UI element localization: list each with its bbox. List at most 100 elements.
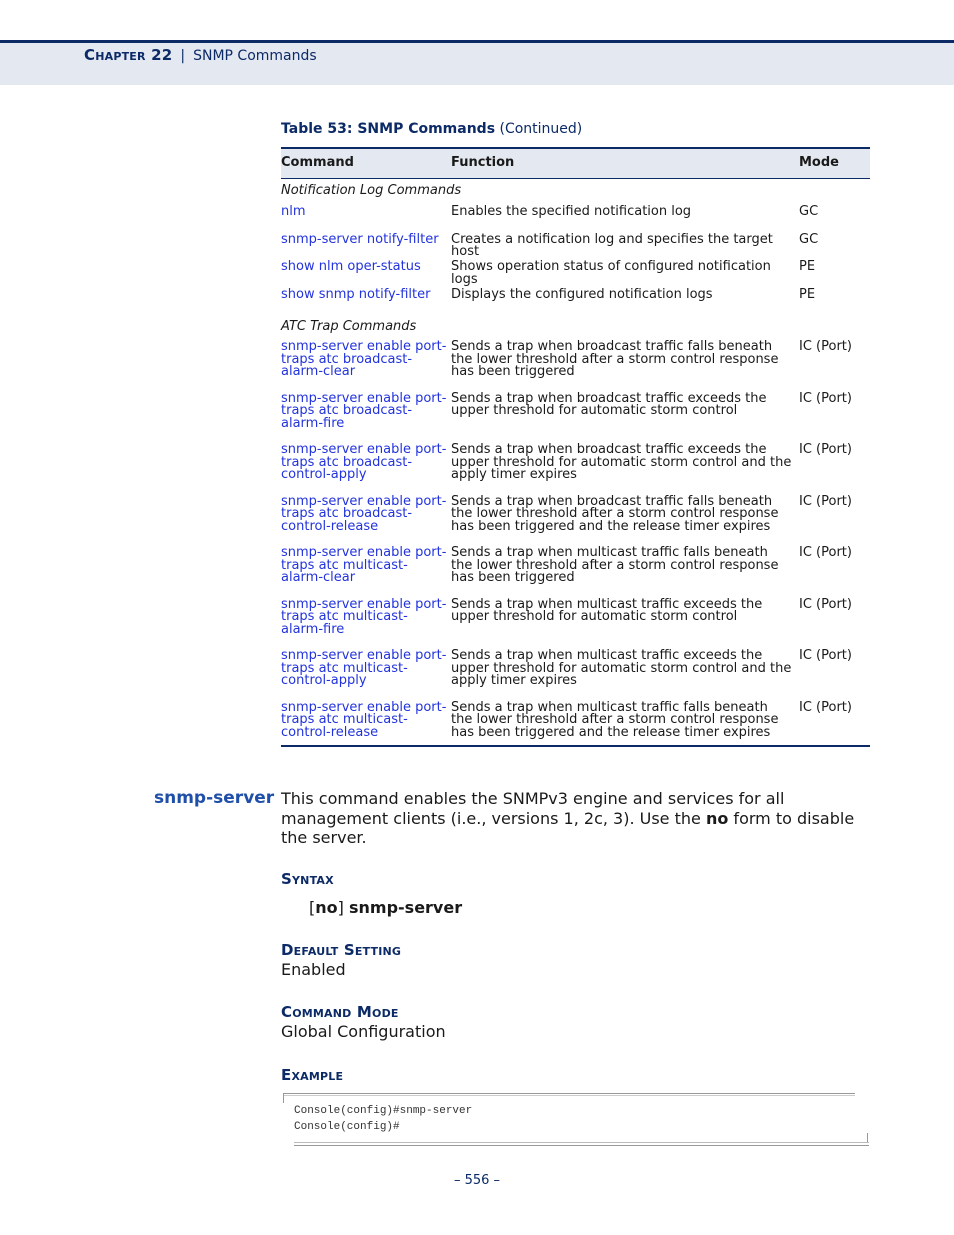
command-mode-value: Global Configuration <box>281 1022 446 1041</box>
column-header-function: Function <box>451 147 799 179</box>
mode-cell: IC (Port) <box>799 339 852 354</box>
command-cell: snmp-server enable port-traps atc multic… <box>281 546 451 599</box>
section-title: Notification Log Commands <box>281 183 462 198</box>
table-row: show nlm oper-status Shows operation stat… <box>281 260 870 288</box>
function-text: Sends a trap when broadcast traffic fall… <box>451 493 779 534</box>
chapter-title: SNMP Commands <box>193 48 317 64</box>
function-text: Creates a notification log and specifies… <box>451 231 773 259</box>
command-description: This command enables the SNMPv3 engine a… <box>281 789 871 848</box>
table-row: snmp-server enable port-traps atc broadc… <box>281 390 870 445</box>
function-cell: Shows operation status of configured not… <box>451 260 799 288</box>
table-caption: Table 53: SNMP Commands (Continued) <box>281 121 582 137</box>
function-text: Sends a trap when multicast traffic exce… <box>451 596 763 624</box>
header-separator: | <box>180 48 186 64</box>
command-cell: snmp-server enable port-traps atc multic… <box>281 649 451 702</box>
section-title: ATC Trap Commands <box>281 319 417 334</box>
command-cell: snmp-server enable port-traps atc broadc… <box>281 495 451 548</box>
table-bottom-rule <box>281 745 870 747</box>
command-link[interactable]: snmp-server enable port-traps atc multic… <box>281 546 451 585</box>
command-cell: snmp-server enable port-traps atc multic… <box>281 598 451 651</box>
table-row: nlm Enables the specified notification lo… <box>281 205 870 233</box>
function-cell: Sends a trap when broadcast traffic fall… <box>451 493 799 548</box>
command-link[interactable]: snmp-server enable port-traps atc multic… <box>281 701 451 740</box>
table-body: Notification Log Commands nlm Enables the … <box>281 179 870 754</box>
mode-cell: IC (Port) <box>799 442 852 457</box>
mode-cell: IC (Port) <box>799 390 852 406</box>
function-cell: Sends a trap when broadcast traffic fall… <box>451 339 799 393</box>
command-link[interactable]: snmp-server enable port-traps atc broadc… <box>281 392 451 431</box>
code-box-bottom-border <box>294 1142 869 1146</box>
table-row: snmp-server enable port-traps atc multic… <box>281 648 870 702</box>
code-line: Console(config)#snmp-server <box>294 1105 473 1117</box>
command-link[interactable]: show nlm oper-status <box>281 260 451 274</box>
table-row: snmp-server enable port-traps atc broadc… <box>281 442 870 496</box>
default-setting-heading: Default Setting <box>281 941 402 959</box>
command-heading: snmp-server <box>154 788 275 808</box>
table-row: snmp-server enable port-traps atc multic… <box>281 545 870 599</box>
example-code-box: Console(config)#snmp-server Console(confi… <box>283 1093 869 1146</box>
function-text: Sends a trap when multicast traffic exce… <box>451 648 792 688</box>
chapter-label: Chapter 22 <box>84 46 173 64</box>
function-text: Sends a trap when broadcast traffic exce… <box>451 442 792 482</box>
command-link[interactable]: snmp-server enable port-traps atc broadc… <box>281 495 451 534</box>
command-link[interactable]: snmp-server enable port-traps atc multic… <box>281 598 451 637</box>
function-text: Sends a trap when multicast traffic fall… <box>451 699 779 740</box>
table-row: snmp-server notify-filter Creates a notif… <box>281 233 870 261</box>
code-box-left-border <box>283 1093 284 1103</box>
command-link[interactable]: show snmp notify-filter <box>281 288 451 302</box>
function-cell: Displays the configured notification log… <box>451 288 799 316</box>
page-number: – 556 – <box>453 1173 501 1188</box>
table-header-row: Command Function Mode <box>281 147 870 179</box>
command-link[interactable]: snmp-server enable port-traps atc broadc… <box>281 443 451 482</box>
command-link[interactable]: snmp-server notify-filter <box>281 233 451 247</box>
mode-cell: PE <box>799 259 816 274</box>
command-cell: snmp-server enable port-traps atc broadc… <box>281 443 451 496</box>
code-box-top-border <box>283 1093 855 1096</box>
function-text: Sends a trap when broadcast traffic exce… <box>451 390 767 418</box>
running-header: Chapter 22 | SNMP Commands <box>84 46 317 64</box>
description-no-keyword: no <box>705 808 729 828</box>
snmp-commands-table: Command Function Mode Notification Log C… <box>281 147 870 753</box>
function-text: Sends a trap when broadcast traffic fall… <box>451 339 779 379</box>
function-cell: Sends a trap when multicast traffic exce… <box>451 596 799 651</box>
command-cell: show snmp notify-filter <box>281 288 451 316</box>
mode-cell: IC (Port) <box>799 545 852 560</box>
default-setting-value: Enabled <box>281 960 346 979</box>
table-row: snmp-server enable port-traps atc broadc… <box>281 339 870 393</box>
syntax-no-keyword: no <box>315 898 338 917</box>
mode-cell: IC (Port) <box>799 596 852 612</box>
table-caption-title: Table 53: SNMP Commands <box>281 121 496 137</box>
column-header-command: Command <box>281 147 451 179</box>
function-text: Sends a trap when multicast traffic fall… <box>451 545 779 585</box>
command-mode-heading: Command Mode <box>281 1003 399 1021</box>
function-text: Enables the specified notification log <box>451 204 692 219</box>
syntax-command: snmp-server <box>348 898 463 917</box>
table-caption-suffix: (Continued) <box>495 121 583 137</box>
table-row: snmp-server enable port-traps atc multic… <box>281 596 870 651</box>
command-link[interactable]: snmp-server enable port-traps atc multic… <box>281 649 451 688</box>
command-cell: nlm <box>281 205 451 233</box>
command-link[interactable]: nlm <box>281 205 451 219</box>
function-text: Displays the configured notification log… <box>451 286 713 302</box>
command-cell: show nlm oper-status <box>281 260 451 288</box>
syntax-line: [no] snmp-server <box>309 898 462 917</box>
syntax-close-bracket: ] <box>337 898 344 917</box>
command-cell: snmp-server notify-filter <box>281 233 451 261</box>
function-cell: Creates a notification log and specifies… <box>451 233 799 261</box>
function-cell: Sends a trap when multicast traffic fall… <box>451 545 799 599</box>
command-cell: snmp-server enable port-traps atc broadc… <box>281 392 451 445</box>
column-header-mode: Mode <box>799 147 870 179</box>
command-link[interactable]: snmp-server enable port-traps atc broadc… <box>281 340 451 379</box>
syntax-heading: Syntax <box>281 870 334 888</box>
function-text: Shows operation status of configured not… <box>451 259 771 287</box>
mode-cell: PE <box>799 286 816 302</box>
function-cell: Sends a trap when multicast traffic exce… <box>451 648 799 702</box>
example-code: Console(config)#snmp-server Console(confi… <box>294 1103 472 1135</box>
mode-cell: IC (Port) <box>799 648 852 663</box>
table-row: snmp-server enable port-traps atc broadc… <box>281 493 870 548</box>
table-section-row: Notification Log Commands <box>281 179 870 206</box>
mode-cell: GC <box>799 204 819 219</box>
function-cell: Enables the specified notification log <box>451 205 799 233</box>
mode-cell: IC (Port) <box>799 493 852 509</box>
code-line: Console(config)# <box>294 1121 400 1133</box>
